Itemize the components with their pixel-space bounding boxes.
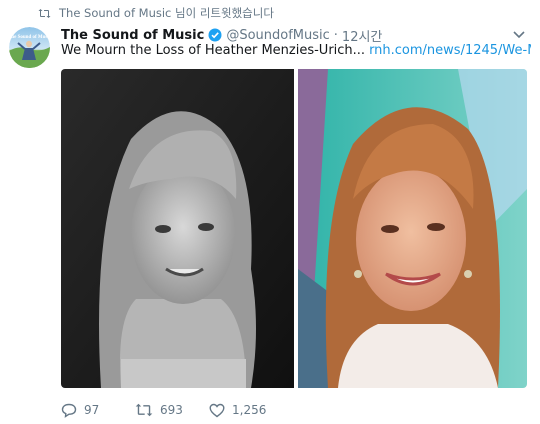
retweet-context-text[interactable]: The Sound of Music 님이 리트윗했습니다: [59, 5, 274, 21]
display-name[interactable]: The Sound of Music: [61, 28, 204, 43]
retweet-icon: [135, 403, 153, 417]
reply-count: 97: [84, 403, 100, 417]
separator-dot: ·: [333, 27, 338, 43]
retweet-icon: [38, 8, 51, 18]
media-grid: [61, 69, 527, 388]
tweet-link[interactable]: rnh.com/news/1245/We-M...: [369, 43, 531, 58]
like-count: 1,256: [232, 403, 267, 417]
retweet-count: 693: [160, 403, 183, 417]
retweet-button[interactable]: 693: [135, 403, 209, 417]
tweet-card[interactable]: The Sound of Music 님이 리트윗했습니다 The Sound …: [0, 0, 540, 424]
photo-right[interactable]: [298, 69, 527, 388]
reply-icon: [61, 403, 77, 418]
tweet-text: We Mourn the Loss of Heather Menzies-Uri…: [61, 42, 531, 60]
reply-button[interactable]: 97: [61, 403, 135, 418]
chevron-down-icon[interactable]: [512, 28, 526, 42]
retweet-context: The Sound of Music 님이 리트윗했습니다: [38, 4, 274, 22]
avatar[interactable]: The Sound of Music: [9, 27, 50, 68]
photo-left[interactable]: [61, 69, 294, 388]
tweet-body: We Mourn the Loss of Heather Menzies-Uri…: [61, 43, 366, 58]
tweet-actions: 97 693 1,256: [61, 400, 289, 420]
svg-text:The Sound of Music: The Sound of Music: [9, 35, 50, 40]
heart-icon: [209, 403, 225, 417]
handle[interactable]: @SoundofMusic: [226, 28, 329, 43]
verified-badge-icon: [208, 28, 222, 42]
like-button[interactable]: 1,256: [209, 403, 289, 418]
